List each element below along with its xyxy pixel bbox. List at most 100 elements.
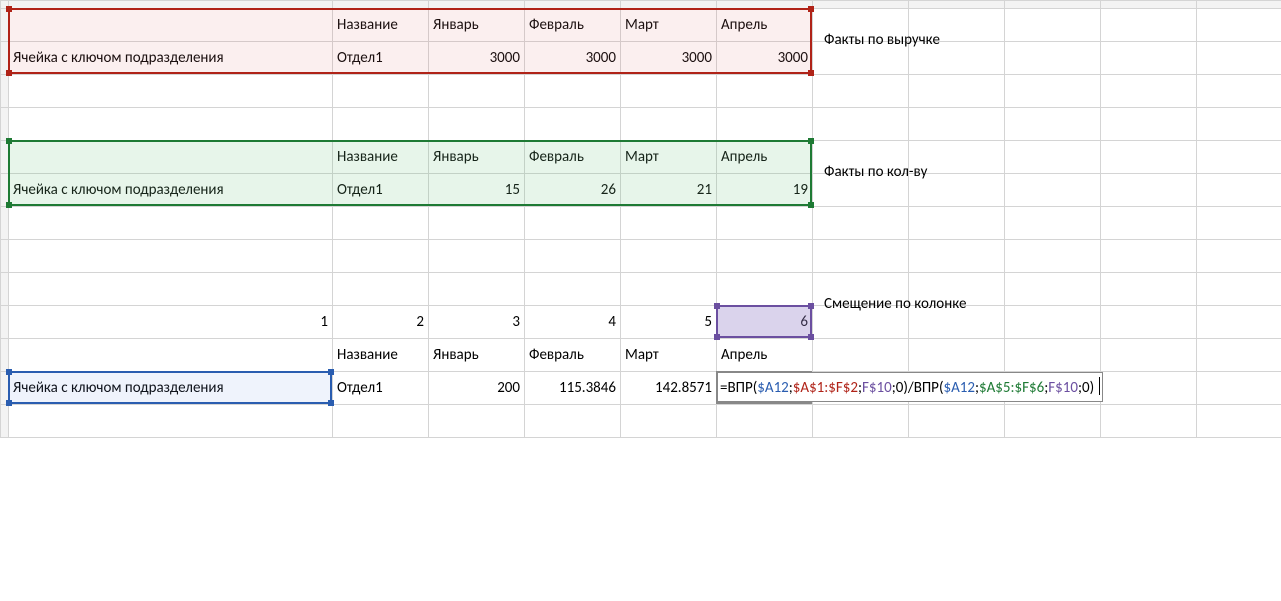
cell[interactable]: 5 bbox=[621, 306, 717, 339]
cell[interactable] bbox=[717, 207, 813, 240]
range-handle[interactable] bbox=[714, 334, 720, 340]
cell[interactable]: 200 bbox=[429, 372, 525, 405]
cell[interactable]: 3000 bbox=[429, 42, 525, 75]
col-head[interactable] bbox=[621, 1, 717, 9]
row-head[interactable] bbox=[1, 108, 9, 141]
cell[interactable] bbox=[621, 405, 717, 438]
cell[interactable]: Февраль bbox=[525, 9, 621, 42]
cell[interactable]: Название bbox=[333, 141, 429, 174]
cell[interactable] bbox=[1101, 273, 1197, 306]
cell[interactable] bbox=[525, 240, 621, 273]
cell[interactable] bbox=[1005, 273, 1101, 306]
cell[interactable] bbox=[1197, 405, 1281, 438]
cell[interactable] bbox=[1005, 108, 1101, 141]
cell[interactable] bbox=[813, 75, 909, 108]
row-head[interactable] bbox=[1, 339, 9, 372]
cell[interactable] bbox=[1005, 405, 1101, 438]
cell[interactable] bbox=[1005, 174, 1101, 207]
cell[interactable] bbox=[1101, 240, 1197, 273]
cell[interactable]: Апрель bbox=[717, 339, 813, 372]
range-handle[interactable] bbox=[6, 70, 12, 76]
cell[interactable] bbox=[525, 405, 621, 438]
cell[interactable] bbox=[429, 240, 525, 273]
col-head[interactable] bbox=[1005, 1, 1101, 9]
cell[interactable]: Январь bbox=[429, 339, 525, 372]
cell[interactable] bbox=[1101, 174, 1197, 207]
cell[interactable] bbox=[717, 273, 813, 306]
cell[interactable] bbox=[1101, 75, 1197, 108]
cell[interactable] bbox=[621, 108, 717, 141]
cell[interactable]: Отдел1 bbox=[333, 42, 429, 75]
cell[interactable] bbox=[1005, 240, 1101, 273]
cell[interactable] bbox=[813, 240, 909, 273]
cell[interactable] bbox=[1197, 207, 1281, 240]
cell[interactable]: 15 bbox=[429, 174, 525, 207]
range-handle[interactable] bbox=[808, 138, 814, 144]
cell[interactable] bbox=[333, 273, 429, 306]
row-head[interactable] bbox=[1, 9, 9, 42]
cell[interactable] bbox=[429, 273, 525, 306]
range-handle[interactable] bbox=[808, 70, 814, 76]
cell[interactable] bbox=[621, 75, 717, 108]
range-handle[interactable] bbox=[6, 138, 12, 144]
col-head[interactable] bbox=[1197, 1, 1281, 9]
cell[interactable] bbox=[1197, 306, 1281, 339]
formula-inline-editor[interactable]: =ВПР($A12;$A$1:$F$2;F$10;0)/ВПР($A12;$A$… bbox=[718, 372, 1103, 402]
cell[interactable] bbox=[717, 108, 813, 141]
cell[interactable] bbox=[1197, 141, 1281, 174]
cell[interactable] bbox=[1197, 240, 1281, 273]
cell[interactable] bbox=[333, 75, 429, 108]
cell[interactable] bbox=[1101, 405, 1197, 438]
cell[interactable] bbox=[429, 405, 525, 438]
cell[interactable] bbox=[525, 75, 621, 108]
cell[interactable] bbox=[909, 405, 1005, 438]
row-head[interactable] bbox=[1, 141, 9, 174]
cell[interactable] bbox=[909, 339, 1005, 372]
cell-key[interactable]: Ячейка с ключом подразделения bbox=[9, 174, 333, 207]
cell[interactable] bbox=[9, 405, 333, 438]
col-head[interactable] bbox=[909, 1, 1005, 9]
cell[interactable] bbox=[1197, 75, 1281, 108]
cell[interactable] bbox=[909, 207, 1005, 240]
cell[interactable] bbox=[9, 108, 333, 141]
cell[interactable] bbox=[333, 108, 429, 141]
cell[interactable] bbox=[333, 207, 429, 240]
cell[interactable]: Апрель bbox=[717, 9, 813, 42]
cell[interactable] bbox=[1101, 141, 1197, 174]
row-head[interactable] bbox=[1, 240, 9, 273]
cell[interactable] bbox=[717, 405, 813, 438]
cell[interactable] bbox=[1101, 306, 1197, 339]
cell[interactable] bbox=[1197, 339, 1281, 372]
cell[interactable] bbox=[1005, 42, 1101, 75]
cell[interactable] bbox=[813, 405, 909, 438]
cell[interactable] bbox=[1101, 9, 1197, 42]
cell[interactable] bbox=[1197, 273, 1281, 306]
cell[interactable] bbox=[1005, 339, 1101, 372]
range-handle[interactable] bbox=[328, 400, 334, 406]
col-head[interactable] bbox=[333, 1, 429, 9]
cell[interactable] bbox=[1197, 372, 1281, 405]
cell[interactable]: 6 bbox=[717, 306, 813, 339]
cell[interactable] bbox=[1101, 108, 1197, 141]
cell[interactable] bbox=[1005, 141, 1101, 174]
range-handle[interactable] bbox=[714, 303, 720, 309]
cell[interactable] bbox=[1101, 372, 1197, 405]
range-handle[interactable] bbox=[6, 202, 12, 208]
cell[interactable] bbox=[621, 273, 717, 306]
cell[interactable] bbox=[717, 240, 813, 273]
col-head[interactable] bbox=[525, 1, 621, 9]
cell[interactable]: Отдел1 bbox=[333, 372, 429, 405]
cell[interactable] bbox=[1101, 339, 1197, 372]
range-handle[interactable] bbox=[6, 6, 12, 12]
cell[interactable] bbox=[429, 207, 525, 240]
cell[interactable] bbox=[909, 240, 1005, 273]
cell[interactable] bbox=[9, 207, 333, 240]
cell[interactable] bbox=[525, 273, 621, 306]
cell[interactable]: 21 bbox=[621, 174, 717, 207]
cell[interactable] bbox=[1005, 207, 1101, 240]
cell[interactable] bbox=[1197, 108, 1281, 141]
cell[interactable] bbox=[9, 75, 333, 108]
cell[interactable]: 142.8571 bbox=[621, 372, 717, 405]
cell[interactable] bbox=[813, 108, 909, 141]
cell[interactable]: 3000 bbox=[621, 42, 717, 75]
